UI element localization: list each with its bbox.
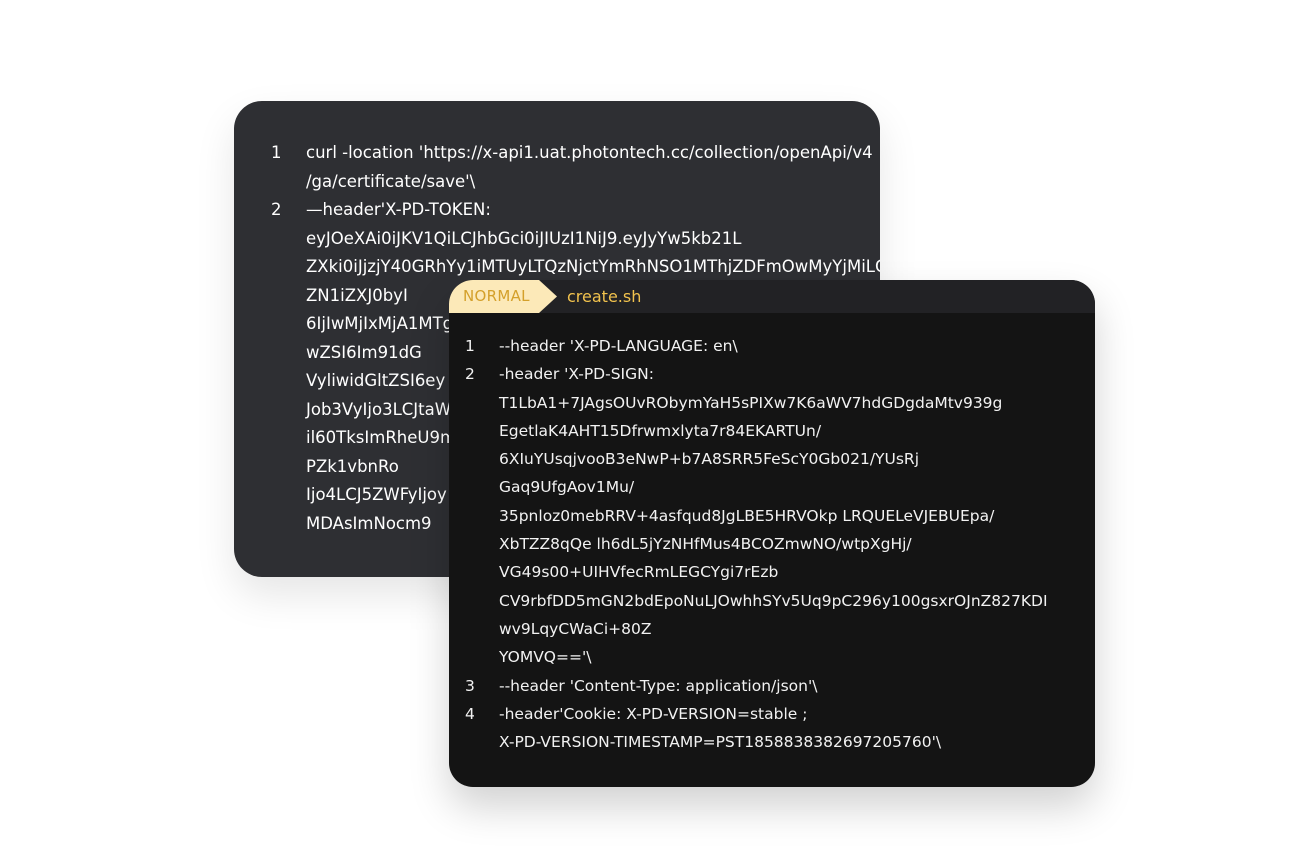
file-name-tab[interactable]: create.sh (567, 280, 641, 313)
code-line: 3 --header 'Content-Type: application/js… (449, 672, 1095, 700)
line-number: 2 (271, 200, 282, 219)
code-segment: Gaq9UfgAov1Mu/ (499, 478, 635, 497)
code-segment: curl -location 'https://x-api1.uat.photo… (306, 143, 873, 162)
code-segment: CV9rbfDD5mGN2bdEpoNuLJOwhhSYv5Uq9pC296y1… (499, 591, 1048, 610)
code-segment: X-PD-VERSION-TIMESTAMP=PST18588383826972… (499, 733, 942, 752)
code-segment: 6XIuYUsqjvooB3eNwP+b7A8SRR5FeScY0Gb021/Y… (499, 450, 920, 469)
front-code-lines: 1 --header 'X-PD-LANGUAGE: en\ 2 -header… (449, 332, 1095, 756)
front-code-editor: NORMAL create.sh 1 --header 'X-PD-LANGUA… (449, 280, 1095, 787)
code-segment: ZXki0iJjzjY40GRhYy1iMTUyLTQzNjctYmRhNSO1… (306, 257, 880, 276)
code-segment: 35pnloz0mebRRV+4asfqud8JgLBE5HRVOkp LRQU… (499, 506, 995, 525)
code-segment: -header 'X-PD-SIGN: (499, 365, 654, 384)
code-segment: EgetlaK4AHT15Dfrwmxlyta7r84EKARTUn/ (499, 421, 822, 440)
code-segment: —header'X-PD-TOKEN: (306, 200, 491, 219)
code-segment: -header'Cookie: X-PD-VERSION=stable ; (499, 704, 808, 723)
code-segment: --header 'X-PD-LANGUAGE: en\ (499, 337, 738, 355)
code-segment: T1LbA1+7JAgsOUvRObymYaH5sPIXw7K6aWV7hdGD… (499, 393, 1003, 412)
code-segment: wv9LqyCWaCi+80Z (499, 619, 652, 638)
code-segment: YOMVQ=='\ (499, 648, 592, 667)
code-text[interactable]: -header'Cookie: X-PD-VERSION=stable ; X-… (499, 700, 941, 757)
code-segment: eyJOeXAi0iJKV1QiLCJhbGci0iJIUzI1NiJ9.eyJ… (306, 228, 742, 248)
code-segment: XbTZZ8qQe lh6dL5jYzNHfMus4BCOZmwNO/wtpXg… (499, 535, 912, 554)
code-segment: --header 'Content-Type: application/json… (499, 676, 818, 695)
vim-mode-badge: NORMAL (449, 280, 557, 313)
code-segment: VG49s00+UIHVfecRmLEGCYgi7rEzb (499, 563, 779, 582)
code-text[interactable]: -header 'X-PD-SIGN: T1LbA1+7JAgsOUvRObym… (499, 360, 1048, 671)
line-number: 4 (465, 704, 475, 723)
line-number: 1 (465, 337, 475, 355)
code-line: 1 curl -location 'https://x-api1.uat.pho… (234, 139, 880, 196)
editor-status-bar: NORMAL create.sh (449, 280, 1095, 313)
line-number: 3 (465, 676, 475, 695)
code-line: 1 --header 'X-PD-LANGUAGE: en\ (449, 332, 1095, 360)
code-text[interactable]: curl -location 'https://x-api1.uat.photo… (306, 139, 873, 196)
code-line: 4 -header'Cookie: X-PD-VERSION=stable ; … (449, 700, 1095, 757)
line-number: 1 (271, 143, 282, 162)
code-segment: /ga/certificate/save'\ (306, 171, 476, 191)
code-text[interactable]: --header 'Content-Type: application/json… (499, 672, 817, 700)
code-text[interactable]: --header 'X-PD-LANGUAGE: en\ (499, 332, 738, 360)
line-number: 2 (465, 365, 475, 384)
code-line: 2 -header 'X-PD-SIGN: T1LbA1+7JAgsOUvROb… (449, 360, 1095, 671)
